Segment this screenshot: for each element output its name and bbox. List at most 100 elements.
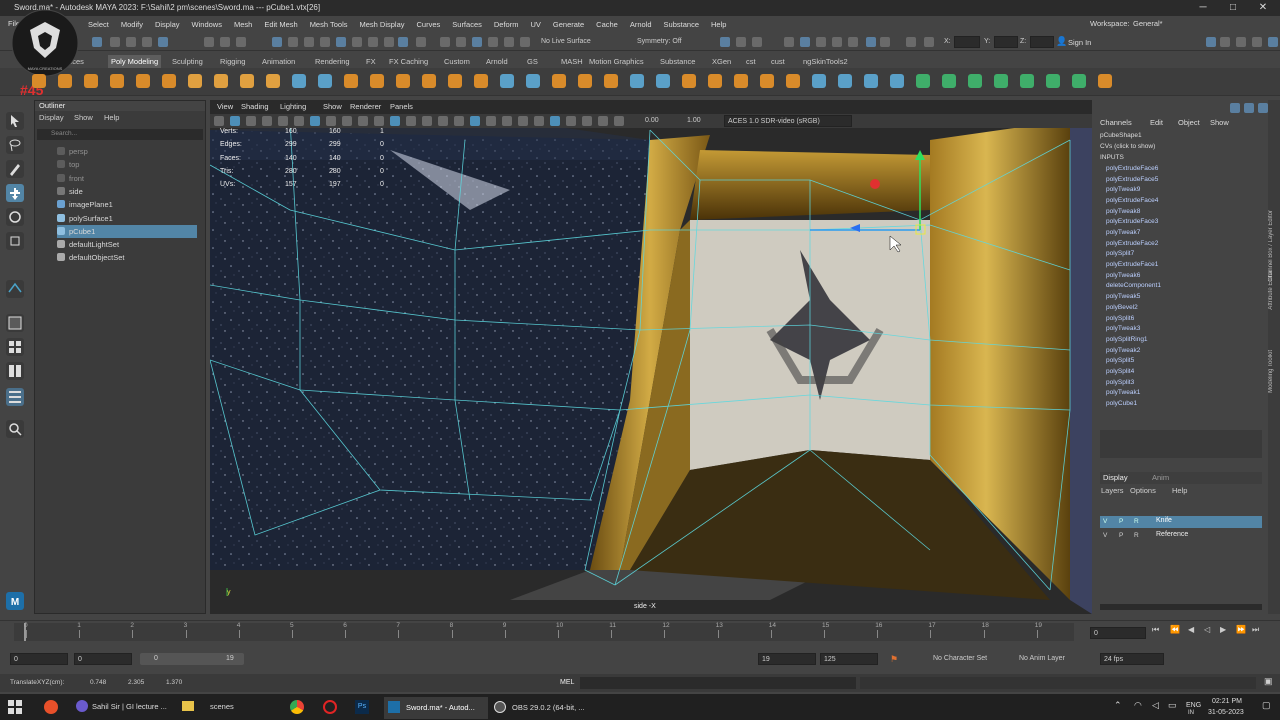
shelf-tool-icon[interactable] — [292, 74, 306, 88]
shelf-tool-icon[interactable] — [370, 74, 384, 88]
photoshop-icon[interactable]: Ps — [355, 700, 369, 714]
shelf-tab-substance[interactable]: Substance — [660, 55, 695, 68]
status-tool-icon[interactable] — [236, 37, 246, 47]
layer-visibility[interactable]: V — [1103, 518, 1107, 525]
menu-mesh-display[interactable]: Mesh Display — [353, 20, 410, 29]
outliner-item-pcube1[interactable]: pCube1 — [57, 224, 197, 238]
anim-layer-dropdown[interactable]: No Anim Layer — [1016, 653, 1096, 665]
history-node[interactable]: polySplit7 — [1106, 250, 1134, 257]
status-tool-icon[interactable] — [752, 37, 762, 47]
playback-control-icon[interactable]: ⏩ — [1236, 625, 1246, 634]
shelf-tool-icon[interactable] — [708, 74, 722, 88]
shelf-tool-icon[interactable] — [110, 74, 124, 88]
status-tool-icon[interactable] — [1220, 37, 1230, 47]
outliner-menu-help[interactable]: Help — [104, 113, 119, 122]
outliner-item-polysurface1[interactable]: polySurface1 — [57, 212, 113, 225]
outliner-menu-display[interactable]: Display — [39, 113, 64, 122]
shelf-tool-icon[interactable] — [58, 74, 72, 88]
tab-attribute-editor[interactable]: Attribute Editor — [1268, 270, 1274, 310]
status-tool-icon[interactable] — [488, 37, 498, 47]
layer-playback[interactable]: P — [1119, 518, 1123, 525]
status-tool-icon[interactable] — [880, 37, 890, 47]
shelf-tool-icon[interactable] — [994, 74, 1008, 88]
channel-box-menu-channels[interactable]: Channels — [1100, 118, 1132, 127]
shelf-tab-ngskintools2[interactable]: ngSkinTools2 — [803, 55, 848, 68]
layer-menu-layers[interactable]: Layers — [1101, 486, 1124, 495]
taskbar-item-scenes[interactable]: scenes — [180, 697, 250, 717]
viewport-menu-show[interactable]: Show — [323, 102, 342, 111]
history-node[interactable]: polyTweak8 — [1106, 208, 1140, 215]
status-tool-icon[interactable] — [848, 37, 858, 47]
playback-control-icon[interactable]: ◀ — [1188, 625, 1194, 634]
shelf-tab-cust[interactable]: cust — [771, 55, 785, 68]
status-tool-icon[interactable] — [110, 37, 120, 47]
status-tool-icon[interactable] — [204, 37, 214, 47]
layer-scrollbar[interactable] — [1100, 604, 1262, 610]
shelf-tool-icon[interactable] — [1098, 74, 1112, 88]
shelf-tool-icon[interactable] — [474, 74, 488, 88]
status-tool-icon[interactable] — [220, 37, 230, 47]
layer-row-reference[interactable]: V P R Reference — [1100, 530, 1262, 542]
shelf-tab-motion-graphics[interactable]: Motion Graphics — [589, 55, 644, 68]
viewport-tool-icon[interactable] — [374, 116, 384, 126]
shelf-tab-gs[interactable]: GS — [527, 55, 538, 68]
outliner-search[interactable]: Search... — [37, 129, 203, 140]
viewport-menu-shading[interactable]: Shading — [241, 102, 269, 111]
status-tool-icon[interactable] — [736, 37, 746, 47]
status-tool-icon[interactable] — [368, 37, 378, 47]
viewport-tool-icon[interactable] — [566, 116, 576, 126]
shelf-tool-icon[interactable] — [812, 74, 826, 88]
y-field[interactable] — [994, 36, 1018, 48]
paint-select-tool-icon[interactable] — [6, 160, 24, 178]
battery-icon[interactable]: ▭ — [1168, 700, 1177, 711]
status-tool-icon[interactable] — [456, 37, 466, 47]
menu-substance[interactable]: Substance — [658, 20, 705, 29]
history-node[interactable]: polyTweak6 — [1106, 272, 1140, 279]
layer-reference[interactable]: R — [1134, 532, 1139, 539]
history-node[interactable]: polyExtrudeFace1 — [1106, 261, 1158, 268]
select-tool-icon[interactable] — [6, 112, 24, 130]
layer-name[interactable]: Knife — [1156, 517, 1172, 524]
windows-start-icon[interactable] — [8, 700, 22, 714]
scale-tool-icon[interactable] — [6, 232, 24, 250]
animation-start-field[interactable]: 0 — [10, 653, 68, 665]
history-node[interactable]: polySplitRing1 — [1106, 336, 1148, 343]
shelf-tab-fx-caching[interactable]: FX Caching — [389, 55, 428, 68]
clock-time[interactable]: 02:21 PM — [1212, 698, 1242, 705]
viewport-tool-icon[interactable] — [246, 116, 256, 126]
exposure-field[interactable]: 0.00 — [642, 115, 668, 127]
shelf-tool-icon[interactable] — [344, 74, 358, 88]
shelf-tool-icon[interactable] — [864, 74, 878, 88]
tab-anim[interactable]: Anim — [1152, 473, 1169, 482]
tray-chevron-icon[interactable]: ⌃ — [1114, 700, 1122, 711]
history-node[interactable]: polySplit4 — [1106, 368, 1134, 375]
history-node[interactable]: deleteComponent1 — [1106, 282, 1161, 289]
tab-modeling-toolkit[interactable]: Modeling Toolkit — [1268, 350, 1274, 393]
live-surface-field[interactable]: No Live Surface — [538, 36, 624, 48]
playback-end-field[interactable]: 19 — [758, 653, 816, 665]
channel-box-menu-object[interactable]: Object — [1178, 118, 1200, 127]
shelf-tool-icon[interactable] — [838, 74, 852, 88]
sign-in-button[interactable]: Sign In — [1068, 38, 1091, 47]
minimize-button[interactable]: ─ — [1190, 0, 1216, 16]
time-slider[interactable]: 0 — [0, 620, 1280, 644]
layer-row-knife[interactable]: V P R Knife — [1100, 516, 1262, 528]
rotate-tool-icon[interactable] — [6, 208, 24, 226]
shelf-tool-icon[interactable] — [968, 74, 982, 88]
layer-reference[interactable]: R — [1134, 518, 1139, 525]
menu-edit-mesh[interactable]: Edit Mesh — [258, 20, 303, 29]
history-node[interactable]: polyTweak2 — [1106, 347, 1140, 354]
status-tool-icon[interactable] — [416, 37, 426, 47]
shelf-tab-custom[interactable]: Custom — [444, 55, 470, 68]
shelf-tool-icon[interactable] — [942, 74, 956, 88]
auto-key-icon[interactable]: ⚑ — [890, 654, 898, 665]
status-tool-icon[interactable] — [384, 37, 394, 47]
viewport-tool-icon[interactable] — [406, 116, 416, 126]
shelf-tool-icon[interactable] — [448, 74, 462, 88]
history-node[interactable]: polyTweak7 — [1106, 229, 1140, 236]
layer-name[interactable]: Reference — [1156, 531, 1188, 538]
shelf-tool-icon[interactable] — [214, 74, 228, 88]
shelf-tool-icon[interactable] — [422, 74, 436, 88]
menu-windows[interactable]: Windows — [186, 20, 228, 29]
shelf-tool-icon[interactable] — [578, 74, 592, 88]
